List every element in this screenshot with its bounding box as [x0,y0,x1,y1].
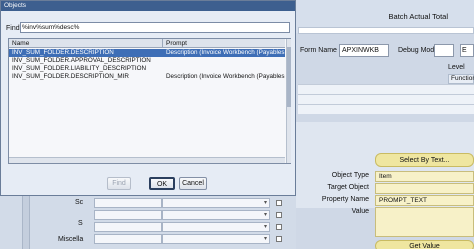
lower-form-dropdown[interactable]: ▾ [162,234,270,244]
list-header: Name Prompt [9,39,285,48]
lower-form-strip [22,190,30,249]
get-value-button[interactable]: Get Value [375,240,474,249]
object-type-field[interactable]: Item [375,171,474,182]
row-prompt: Description (Invoice Workbench (Payables… [166,49,285,56]
row-name: INV_SUM_FOLDER.LIABILITY_DESCRIPTION [12,65,147,72]
value-label: Value [351,208,369,215]
lower-form-checkbox[interactable] [276,236,282,242]
object-type-label: Object Type [331,172,369,179]
list-row[interactable]: INV_SUM_FOLDER.DESCRIPTION Description (… [9,49,285,57]
lower-form-label: Miscella [58,236,84,243]
find-button[interactable]: Find [107,177,131,190]
debug-mode-value[interactable]: E [460,44,474,57]
list-horizontal-scrollbar[interactable] [9,157,285,163]
column-header-prompt[interactable]: Prompt [163,39,285,48]
list-row[interactable]: INV_SUM_FOLDER.LIABILITY_DESCRIPTION [9,65,285,73]
lower-form-field[interactable] [94,198,162,208]
debug-mode-label: Debug Mode [398,47,439,54]
function-column-header: Function [448,74,474,84]
row-name: INV_SUM_FOLDER.DESCRIPTION [12,49,114,56]
lower-form-dropdown[interactable]: ▾ [162,198,270,208]
batch-total-field [298,27,474,34]
property-name-field[interactable]: PROMPT_TEXT [375,195,474,206]
form-name-field[interactable]: APXINWKB [339,44,389,57]
lower-form-label: Sc [75,199,84,206]
form-name-label: Form Name [300,47,337,54]
lower-form-dropdown[interactable]: ▾ [162,222,270,232]
target-object-label: Target Object [327,184,369,191]
find-input[interactable]: %inv%sum%desc% [20,22,290,33]
select-by-text-button[interactable]: Select By Text... [375,153,474,167]
find-label: Find [6,25,20,32]
row-name: INV_SUM_FOLDER.DESCRIPTION_MIR [12,73,129,80]
objects-list[interactable]: Name Prompt INV_SUM_FOLDER.DESCRIPTION D… [8,38,291,164]
column-header-name[interactable]: Name [9,39,163,48]
lower-form-label: S [78,220,83,227]
row-name: INV_SUM_FOLDER.APPROVAL_DESCRIPTION [12,57,151,64]
grid-row[interactable] [298,104,474,114]
lower-form-checkbox[interactable] [276,212,282,218]
lower-form-checkbox[interactable] [276,200,282,206]
lower-form-field[interactable] [94,210,162,220]
lower-form-dropdown[interactable]: ▾ [162,210,270,220]
ok-button[interactable]: OK [149,177,175,190]
list-row[interactable]: INV_SUM_FOLDER.APPROVAL_DESCRIPTION [9,57,285,65]
level-label: Level [448,64,465,71]
lower-form-field[interactable] [94,234,162,244]
row-prompt: Description (Invoice Workbench (Payables… [166,73,285,80]
debug-mode-select[interactable] [434,44,454,57]
target-object-field[interactable] [375,183,474,194]
lower-form-field[interactable] [94,222,162,232]
list-vertical-scrollbar[interactable] [286,39,291,163]
grid-row[interactable] [298,94,474,104]
list-row[interactable]: INV_SUM_FOLDER.DESCRIPTION_MIR Descripti… [9,73,285,81]
property-name-label: Property Name [321,196,369,203]
scrollbar-thumb[interactable] [287,47,291,107]
objects-dialog: Objects Find %inv%sum%desc% Name Prompt … [0,0,296,196]
grid-row[interactable] [298,84,474,94]
value-field[interactable] [375,207,474,237]
dialog-title[interactable]: Objects [1,1,295,11]
batch-actual-total-label: Batch Actual Total [388,12,448,21]
lower-form-checkbox[interactable] [276,224,282,230]
cancel-button[interactable]: Cancel [179,177,207,190]
